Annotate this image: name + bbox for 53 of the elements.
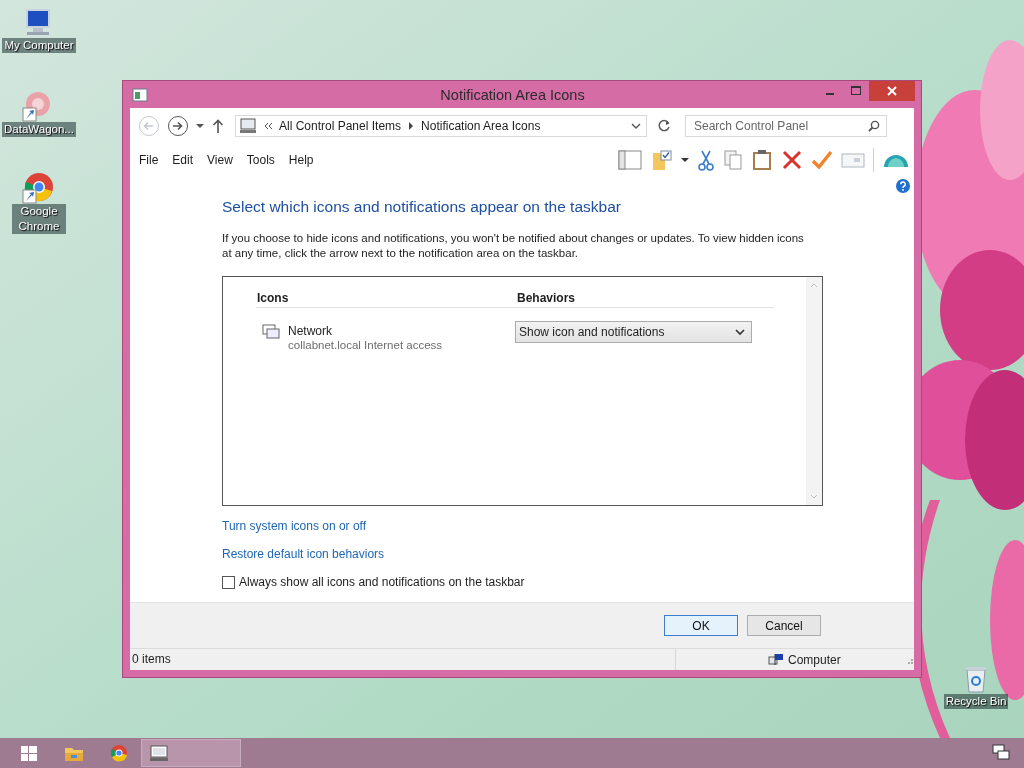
search-field[interactable]: Search Control Panel [685,115,887,137]
link[interactable]: Restore default icon behaviors [222,547,385,561]
dropdown-caret-icon [735,328,745,336]
checkbox[interactable] [222,575,235,589]
delete-icon[interactable] [781,149,803,171]
chevrons-icon [263,121,273,131]
control-panel-icon[interactable] [132,88,148,102]
address-bar[interactable]: All Control Panel Items Notification Area Icons [235,115,647,137]
dropdown-caret-icon[interactable] [195,122,205,130]
description-text: If you choose to hide icons and notifications, you won't be notified about changes or updates. To view hidden icons at any time, click the arrow next to the notification area on the taskbar. [222,231,805,261]
computer-flag-icon [768,652,784,667]
breadcrumb-arrow-icon[interactable] [407,121,416,131]
page-heading: Select which icons and notifications appear on the taskbar [222,198,621,216]
cut-icon[interactable] [697,149,715,171]
desktop-icon-label[interactable]: My Computer [2,38,76,53]
menu-item[interactable]: File [139,153,159,167]
dropdown-caret-icon[interactable] [631,122,641,130]
status-text: 0 items [130,649,676,670]
breadcrumb-item[interactable]: All Control Panel Items [279,119,402,133]
icon-description: collabnet.local Internet access [288,339,443,351]
window-title: Notification Area Icons [439,87,586,103]
dialog-button[interactable]: Cancel [747,615,821,636]
desktop-icon-label[interactable]: Recycle Bin [943,694,1009,709]
network-tray-icon[interactable] [992,744,1010,762]
menu-item[interactable]: Help [288,153,314,167]
link[interactable]: Turn system icons on or off [222,519,367,533]
layout-icon[interactable] [617,149,643,171]
column-header: Icons [257,291,290,305]
help-icon[interactable] [896,179,910,193]
desktop-icon-label[interactable]: DataWagon... [2,122,76,137]
close-icon[interactable] [869,81,915,101]
refresh-icon[interactable] [657,119,671,133]
folder-check-icon[interactable] [651,149,673,171]
dialog-button[interactable]: OK [664,615,738,636]
taskbar-button[interactable] [141,739,241,767]
checkmark-icon[interactable] [811,149,833,171]
behavior-dropdown[interactable]: Show icon and notifications [515,321,752,343]
search-icon[interactable] [868,120,880,132]
scrollbar[interactable] [806,277,822,505]
menu-item[interactable]: Edit [172,153,194,167]
breadcrumb-item[interactable]: Notification Area Icons [421,119,541,133]
computer-icon [239,118,257,134]
icon-name: Network [288,324,333,338]
status-location: Computer [788,652,841,667]
desktop-icon-label[interactable]: Google Chrome [12,204,66,234]
menu-item[interactable]: View [207,153,233,167]
clipboard-icon[interactable] [751,149,773,171]
up-icon[interactable] [211,118,225,134]
column-header: Behaviors [517,291,577,305]
menu-item[interactable]: Tools [246,153,275,167]
forward-icon[interactable] [167,115,189,137]
checkbox-label[interactable]: Always show all icons and notifications on the taskbar [239,575,525,589]
network-icon [262,324,280,340]
